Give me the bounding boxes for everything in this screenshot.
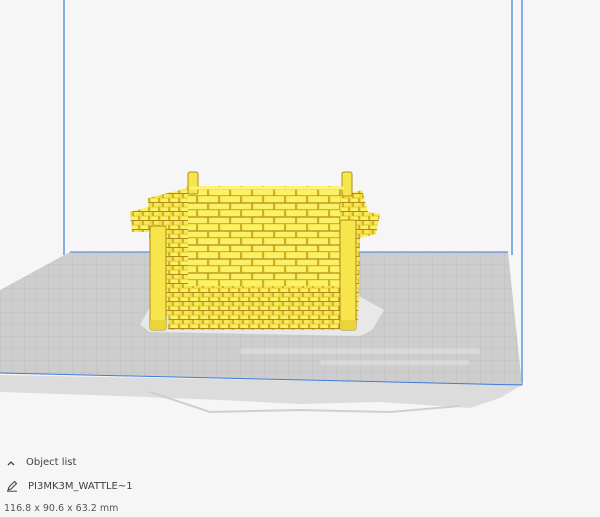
model-post-left-front <box>149 225 167 331</box>
object-list-toggle[interactable]: Object list <box>6 457 76 468</box>
model-post-right-front <box>339 219 357 331</box>
model-post-left-back <box>187 171 199 195</box>
object-panel: Object list PI3MK3M_WATTLE~1 116.8 x 90.… <box>0 445 600 517</box>
model-floor <box>168 286 348 330</box>
object-name: PI3MK3M_WATTLE~1 <box>28 480 133 492</box>
object-list-label: Object list <box>26 457 77 468</box>
object-list-item[interactable]: PI3MK3M_WATTLE~1 <box>6 480 133 492</box>
object-dimensions-text: 116.8 x 90.6 x 63.2 mm <box>4 503 119 514</box>
model-post-cap-right <box>340 320 356 330</box>
scene <box>0 0 523 414</box>
chevron-up-icon <box>7 460 15 465</box>
model-back-wall <box>186 186 346 290</box>
model-post-cap-left <box>150 320 166 330</box>
3d-viewport[interactable] <box>0 0 600 445</box>
object-dimensions: 116.8 x 90.6 x 63.2 mm <box>4 503 118 514</box>
model-post-right-back <box>341 171 353 197</box>
pencil-icon[interactable] <box>6 480 18 492</box>
model[interactable] <box>130 171 380 331</box>
